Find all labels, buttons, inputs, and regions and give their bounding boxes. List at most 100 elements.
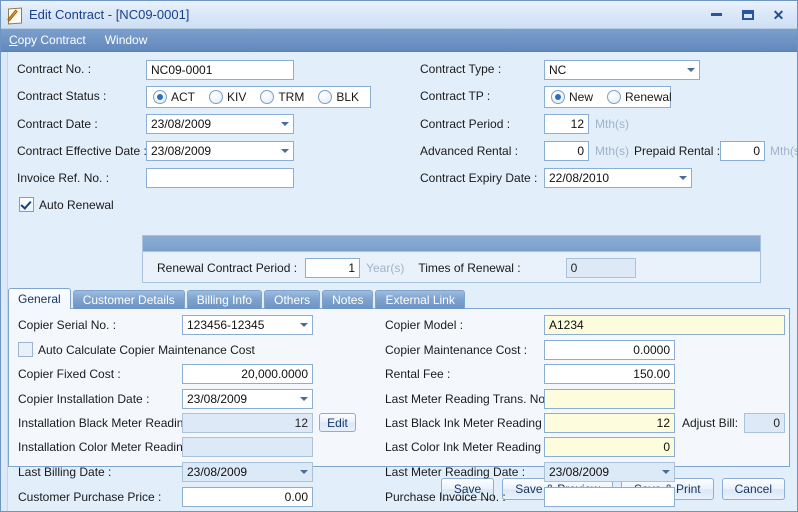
rental-fee-label: Rental Fee :: [385, 367, 451, 381]
last-meter-reading-trans-no-input[interactable]: [544, 389, 675, 409]
last-black-ink-meter-reading-label: Last Black Ink Meter Reading :: [385, 416, 549, 430]
invoice-ref-no-label: Invoice Ref. No. :: [17, 171, 110, 185]
radio-label: ACT: [171, 90, 195, 104]
window-title: Edit Contract - [NC09-0001]: [29, 7, 190, 22]
renewal-group-caption-bar: [143, 236, 760, 252]
last-black-ink-meter-reading-input[interactable]: [544, 413, 675, 433]
copier-installation-date-label: Copier Installation Date :: [18, 392, 150, 406]
renewal-contract-period-input[interactable]: [305, 257, 361, 278]
auto-calculate-maintenance-label: Auto Calculate Copier Maintenance Cost: [38, 342, 255, 357]
invoice-ref-no-input[interactable]: [146, 168, 294, 188]
radio-label: New: [569, 90, 594, 104]
radio-label: TRM: [278, 90, 305, 104]
renewal-contract-period-unit: Year(s): [366, 260, 405, 275]
last-meter-reading-date-combo[interactable]: 23/08/2009: [544, 462, 675, 482]
tab-customer-details[interactable]: Customer Details: [72, 290, 185, 309]
contract-period-unit: Mth(s): [595, 117, 629, 131]
close-button[interactable]: ✕: [764, 5, 793, 24]
last-billing-date-value: 23/08/2009: [187, 465, 248, 479]
copier-serial-no-value: 123456-12345: [187, 318, 265, 332]
chevron-down-icon: [679, 176, 687, 180]
contract-period-label: Contract Period :: [420, 117, 511, 131]
radio-dot-icon: [153, 90, 167, 104]
contract-expiry-date-combo[interactable]: 22/08/2010: [544, 168, 692, 188]
chevron-down-icon: [300, 397, 308, 401]
radio-label: Renewal: [625, 90, 672, 104]
minimize-button[interactable]: [702, 5, 731, 24]
renewal-contract-period-label: Renewal Contract Period :: [157, 260, 298, 275]
tab-notes[interactable]: Notes: [322, 290, 374, 309]
radio-contract-status-blk[interactable]: BLK: [318, 90, 359, 104]
contract-status-label: Contract Status :: [17, 89, 107, 103]
close-icon: ✕: [772, 6, 785, 23]
tab-billing-info[interactable]: Billing Info: [186, 290, 263, 309]
radio-contract-status-trm[interactable]: TRM: [260, 90, 304, 104]
contract-effective-date-label: Contract Effective Date :: [17, 144, 147, 158]
contract-date-combo[interactable]: 23/08/2009: [146, 114, 294, 134]
prepaid-rental-input[interactable]: [720, 141, 765, 161]
contract-date-label: Contract Date :: [17, 117, 98, 131]
checkbox-icon: [19, 197, 34, 212]
copier-maintenance-cost-input[interactable]: [544, 340, 675, 360]
radio-contract-tp-new[interactable]: New: [551, 90, 593, 104]
contract-no-label: Contract No. :: [17, 62, 92, 76]
advanced-rental-label: Advanced Rental :: [420, 144, 519, 158]
window-content: Contract No. : Contract Status : ACT KIV…: [1, 52, 797, 511]
times-of-renewal-input[interactable]: [565, 257, 636, 278]
copier-serial-no-combo[interactable]: 123456-12345: [182, 315, 313, 335]
tab-external-link[interactable]: External Link: [375, 290, 465, 309]
menu-accel-char: C: [9, 33, 18, 47]
cancel-button[interactable]: Cancel: [721, 478, 785, 500]
customer-purchase-price-input[interactable]: [182, 487, 313, 507]
tab-strip: General Customer Details Billing Info Ot…: [8, 288, 790, 309]
last-meter-reading-date-value: 23/08/2009: [549, 465, 610, 479]
edit-document-icon: [7, 7, 23, 24]
last-billing-date-combo[interactable]: 23/08/2009: [182, 462, 313, 482]
rental-fee-input[interactable]: [544, 364, 675, 384]
adjust-bill-input[interactable]: [744, 413, 785, 433]
left-edge-strip: [1, 52, 8, 511]
contract-effective-date-combo[interactable]: 23/08/2009: [146, 141, 294, 161]
maximize-button[interactable]: [733, 5, 762, 24]
copier-serial-no-label: Copier Serial No. :: [18, 318, 117, 332]
maximize-icon: [741, 9, 754, 20]
contract-period-input[interactable]: [544, 114, 589, 134]
copier-fixed-cost-input[interactable]: [182, 364, 313, 384]
radio-contract-status-act[interactable]: ACT: [153, 90, 195, 104]
copier-installation-date-combo[interactable]: 23/08/2009: [182, 389, 313, 409]
window-controls: ✕: [702, 5, 793, 24]
installation-color-meter-reading-input[interactable]: [182, 437, 313, 457]
radio-label: BLK: [336, 90, 360, 104]
edit-meter-reading-button[interactable]: Edit: [319, 413, 356, 432]
radio-dot-icon: [209, 90, 223, 104]
menu-item-window[interactable]: Window: [105, 31, 157, 49]
auto-calculate-maintenance-checkbox[interactable]: Auto Calculate Copier Maintenance Cost: [18, 342, 255, 357]
chevron-down-icon: [281, 149, 289, 153]
copier-model-input[interactable]: [544, 315, 785, 335]
radio-contract-status-kiv[interactable]: KIV: [209, 90, 246, 104]
radio-dot-icon: [260, 90, 275, 104]
last-billing-date-label: Last Billing Date :: [18, 465, 112, 479]
contract-no-input[interactable]: [146, 60, 294, 80]
last-color-ink-meter-reading-input[interactable]: [544, 437, 675, 457]
menu-bar: Copy Contract Window: [1, 29, 797, 52]
adjust-bill-label: Adjust Bill:: [682, 416, 739, 430]
contract-effective-date-value: 23/08/2009: [151, 144, 212, 158]
purchase-invoice-no-input[interactable]: [544, 487, 675, 507]
menu-item-copy-contract[interactable]: Copy Contract: [9, 31, 95, 49]
tab-panel-general: Copier Serial No. : 123456-12345 Auto Ca…: [8, 308, 790, 507]
radio-dot-icon: [318, 90, 333, 104]
contract-expiry-date-label: Contract Expiry Date :: [420, 171, 538, 185]
times-of-renewal-label: Times of Renewal :: [418, 260, 521, 275]
advanced-rental-input[interactable]: [544, 141, 589, 161]
radio-contract-tp-renewal[interactable]: Renewal: [607, 90, 672, 104]
chevron-down-icon: [281, 122, 289, 126]
contract-tp-radio-group: New Renewal: [544, 86, 672, 108]
tab-others[interactable]: Others: [264, 290, 321, 309]
copier-model-label: Copier Model :: [385, 318, 464, 332]
auto-renewal-checkbox[interactable]: Auto Renewal: [19, 197, 114, 212]
contract-header-form: Contract No. : Contract Status : ACT KIV…: [9, 58, 797, 226]
tab-general[interactable]: General: [8, 288, 71, 309]
contract-type-combo[interactable]: NC: [544, 60, 700, 80]
installation-black-meter-reading-input[interactable]: [182, 413, 313, 433]
